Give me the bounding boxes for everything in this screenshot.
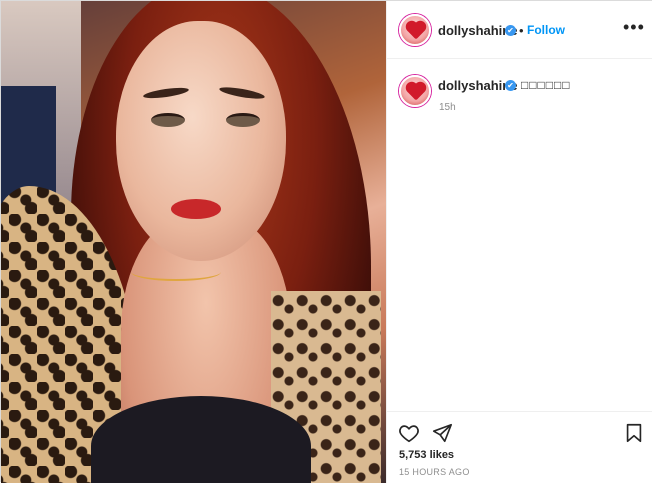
photo-right-eye — [226, 113, 260, 127]
verified-badge-icon: ✔ — [505, 25, 516, 36]
paper-plane-icon[interactable] — [431, 422, 453, 444]
heart-avatar-icon — [407, 83, 425, 101]
post-header: dollyshahine ✔ • Follow ••• — [387, 1, 652, 59]
post-modal: dollyshahine ✔ • Follow ••• dollyshahine… — [0, 0, 652, 483]
more-options-icon[interactable]: ••• — [623, 17, 645, 37]
follow-button[interactable]: Follow — [527, 23, 565, 37]
photo-left-eye — [151, 113, 185, 127]
caption-text: □□□□□□ — [521, 78, 571, 92]
caption-avatar[interactable] — [399, 75, 431, 107]
caption-timestamp[interactable]: 15h — [439, 102, 456, 113]
separator-dot: • — [519, 23, 524, 38]
post-sidebar: dollyshahine ✔ • Follow ••• dollyshahine… — [386, 1, 652, 483]
photo-face — [116, 21, 286, 261]
likes-count[interactable]: 5,753 likes — [399, 449, 454, 461]
photo-lips — [171, 199, 221, 219]
avatar[interactable] — [399, 14, 431, 46]
post-date[interactable]: 15 HOURS AGO — [399, 467, 470, 477]
verified-badge-icon: ✔ — [505, 80, 516, 91]
post-photo[interactable] — [1, 1, 386, 483]
bookmark-icon[interactable] — [623, 422, 645, 444]
heart-avatar-icon — [407, 22, 425, 40]
heart-outline-icon[interactable] — [398, 422, 420, 444]
post-actions: 5,753 likes 15 HOURS AGO — [387, 411, 652, 483]
photo-necklace — [131, 263, 221, 281]
